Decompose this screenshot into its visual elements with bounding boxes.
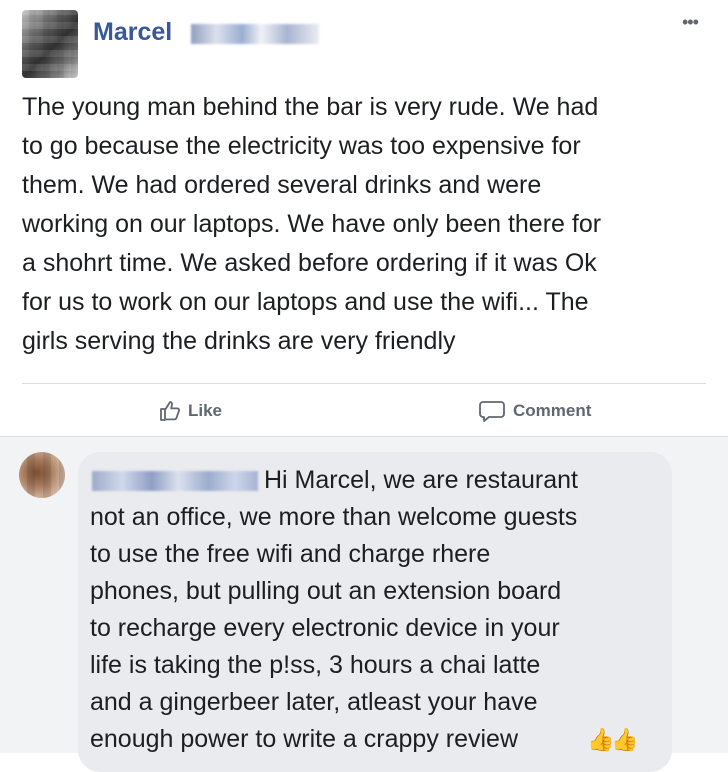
like-button[interactable]: Like [158,396,222,426]
comment-button[interactable]: Comment [477,396,591,426]
author-avatar[interactable] [22,10,78,78]
post-card: Marcel ••• The young man behind the bar … [0,0,728,436]
like-label: Like [188,401,223,420]
thumbs-up-emoji: 👍 [611,727,639,752]
comment-icon [477,399,507,423]
more-options-icon[interactable]: ••• [682,12,699,33]
commenter-avatar[interactable] [19,452,65,498]
comment-text: Hi Marcel, we are restaurant not an offi… [90,466,579,753]
post-text: The young man behind the bar is very rud… [22,93,602,355]
comment-label: Comment [513,401,592,420]
author-name[interactable]: Marcel [93,18,172,47]
post-divider [22,383,706,384]
like-icon [158,399,182,423]
author-name-blurred [191,24,319,44]
